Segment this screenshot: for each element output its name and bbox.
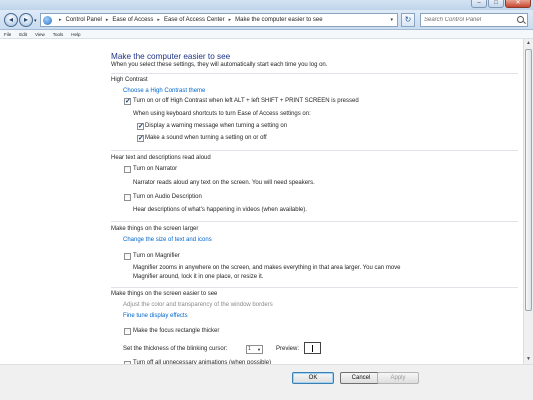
- forward-button[interactable]: ▸: [19, 13, 33, 27]
- vertical-scrollbar[interactable]: ▲ ▼: [523, 39, 533, 364]
- make-sound-checkbox[interactable]: [137, 134, 144, 142]
- back-arrow-icon: ◂: [8, 15, 13, 24]
- section-heading-high-contrast: High Contrast: [111, 77, 148, 83]
- address-dropdown-icon[interactable]: ▾: [390, 17, 393, 23]
- title-bar: – □ ✕: [0, 0, 533, 10]
- cursor-thickness-select[interactable]: 1 ▼: [246, 345, 263, 354]
- section-divider: [111, 150, 518, 151]
- menu-view[interactable]: View: [35, 32, 45, 37]
- address-bar[interactable]: ▸ Control Panel ▸ Ease of Access ▸ Ease …: [40, 13, 398, 27]
- navigation-bar: ◂ ▸ ▾ ▸ Control Panel ▸ Ease of Access ▸…: [0, 10, 533, 30]
- magnifier-description-line-2: Magnifier around, lock it in one place, …: [133, 274, 264, 280]
- forward-arrow-icon: ▸: [23, 15, 28, 24]
- refresh-button[interactable]: ↻: [401, 13, 415, 27]
- change-text-size-link[interactable]: Change the size of text and icons: [123, 237, 212, 243]
- preview-label: Preview:: [276, 346, 300, 352]
- content-background: [0, 39, 523, 364]
- audio-description-text: Hear descriptions of what's happening in…: [133, 207, 307, 213]
- cursor-preview: [304, 342, 321, 354]
- breadcrumb-current-page[interactable]: Make the computer easier to see: [235, 17, 322, 23]
- magnifier-label[interactable]: Turn on Magnifier: [133, 253, 180, 259]
- section-divider: [111, 221, 518, 222]
- maximize-button[interactable]: □: [488, 0, 504, 8]
- focus-rectangle-label[interactable]: Make the focus rectangle thicker: [133, 328, 219, 334]
- section-heading-larger: Make things on the screen larger: [111, 226, 199, 232]
- focus-rectangle-checkbox[interactable]: [124, 328, 131, 335]
- breadcrumb-separator-icon[interactable]: ▸: [157, 17, 160, 23]
- breadcrumb-control-panel[interactable]: Control Panel: [66, 17, 102, 23]
- section-divider: [111, 287, 518, 288]
- section-heading-easier: Make things on the screen easier to see: [111, 291, 218, 297]
- window-border-color-link[interactable]: Adjust the color and transparency of the…: [123, 302, 273, 308]
- search-box[interactable]: [420, 13, 528, 27]
- breadcrumb-ease-of-access[interactable]: Ease of Access: [112, 17, 153, 23]
- breadcrumb-separator-icon[interactable]: ▸: [106, 17, 109, 23]
- menu-bar: File Edit View Tools Help: [0, 30, 533, 39]
- back-button[interactable]: ◂: [4, 13, 18, 27]
- ok-button[interactable]: OK: [292, 372, 334, 384]
- magnifier-checkbox[interactable]: [124, 253, 131, 260]
- search-input[interactable]: [421, 14, 517, 26]
- menu-help[interactable]: Help: [71, 32, 80, 37]
- close-button[interactable]: ✕: [505, 0, 531, 8]
- warning-message-label[interactable]: Display a warning message when turning a…: [145, 123, 287, 129]
- cursor-thickness-label: Set the thickness of the blinking cursor…: [123, 346, 228, 352]
- menu-edit[interactable]: Edit: [19, 32, 27, 37]
- minimize-button[interactable]: –: [471, 0, 487, 8]
- refresh-icon: ↻: [404, 15, 412, 24]
- choose-high-contrast-theme-link[interactable]: Choose a High Contrast theme: [123, 88, 205, 94]
- page-subtitle: When you select these settings, they wil…: [111, 62, 328, 68]
- chevron-down-icon: ▼: [257, 347, 261, 352]
- apply-button[interactable]: Apply: [377, 372, 419, 384]
- scroll-up-icon[interactable]: ▲: [524, 39, 533, 48]
- narrator-description: Narrator reads aloud any text on the scr…: [133, 180, 315, 186]
- narrator-checkbox[interactable]: [124, 166, 131, 173]
- magnifier-description-line-1: Magnifier zooms in anywhere on the scree…: [133, 265, 401, 271]
- section-divider: [111, 73, 518, 74]
- control-panel-icon: [43, 15, 52, 25]
- cancel-button[interactable]: Cancel: [340, 372, 382, 384]
- narrator-label[interactable]: Turn on Narrator: [133, 166, 177, 172]
- menu-file[interactable]: File: [4, 32, 11, 37]
- make-sound-label[interactable]: Make a sound when turning a setting on o…: [145, 135, 267, 141]
- menu-tools[interactable]: Tools: [53, 32, 64, 37]
- cursor-thickness-value: 1: [248, 346, 251, 352]
- audio-description-checkbox[interactable]: [124, 194, 131, 201]
- display-effects-link[interactable]: Fine tune display effects: [123, 313, 188, 319]
- dialog-button-bar: OK Cancel Apply: [0, 364, 533, 400]
- breadcrumb-separator-icon[interactable]: ▸: [229, 17, 232, 23]
- shortcut-caption: When using keyboard shortcuts to turn Ea…: [133, 111, 311, 117]
- recent-pages-dropdown-icon[interactable]: ▾: [34, 18, 37, 24]
- breadcrumb-separator-icon[interactable]: ▸: [59, 17, 62, 23]
- warning-message-checkbox[interactable]: [137, 122, 144, 130]
- audio-description-label[interactable]: Turn on Audio Description: [133, 194, 202, 200]
- window-controls: – □ ✕: [470, 0, 531, 10]
- breadcrumb-ease-of-access-center[interactable]: Ease of Access Center: [164, 17, 225, 23]
- high-contrast-shortcut-checkbox[interactable]: [124, 97, 131, 105]
- section-heading-narration: Hear text and descriptions read aloud: [111, 155, 211, 161]
- search-icon[interactable]: [517, 16, 524, 23]
- scroll-down-icon[interactable]: ▼: [524, 355, 533, 364]
- high-contrast-shortcut-label[interactable]: Turn on or off High Contrast when left A…: [133, 98, 359, 104]
- page-title: Make the computer easier to see: [111, 52, 231, 61]
- scroll-thumb[interactable]: [525, 49, 532, 311]
